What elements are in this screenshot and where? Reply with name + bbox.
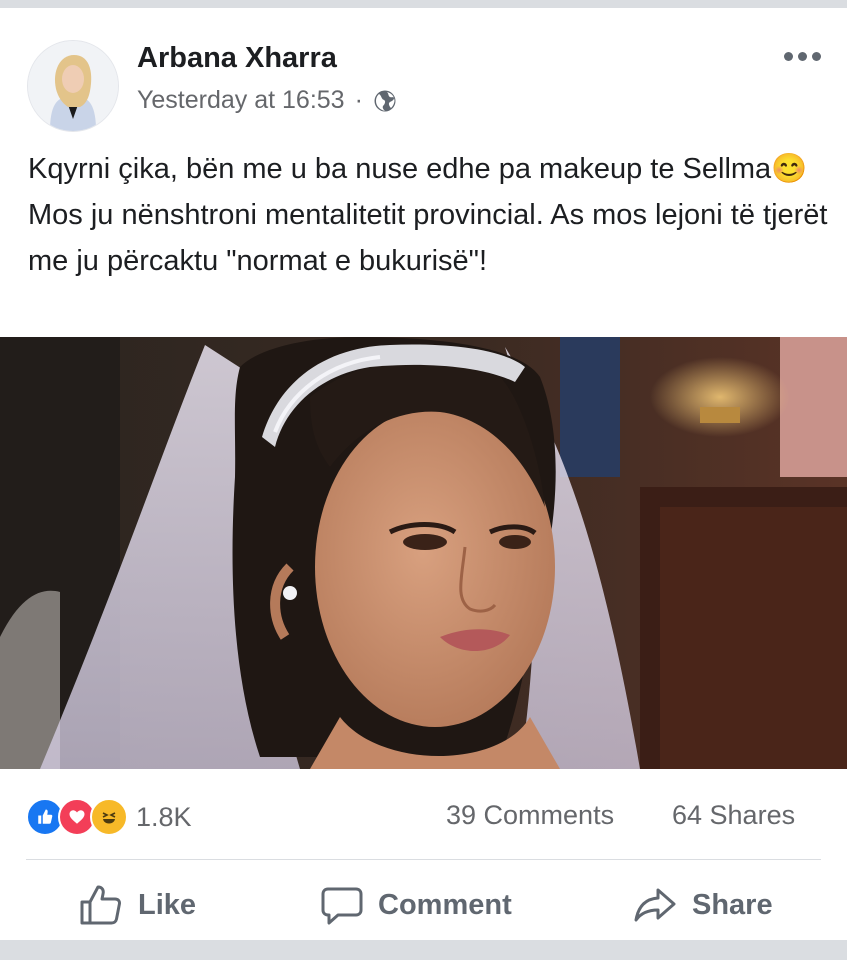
like-label: Like [138,888,197,921]
action-bar: Like Comment Share [0,864,847,946]
meta-separator: · [354,86,363,114]
post-photo[interactable] [0,337,847,769]
post-text: Kqyrni çika, bën me u ba nuse edhe pa ma… [28,146,828,284]
reaction-count: 1.8K [136,801,192,832]
post-meta: Yesterday at 16:53 · [137,86,397,115]
comments-count-link[interactable]: 39 Comments [446,800,614,831]
shares-count-link[interactable]: 64 Shares [672,800,795,831]
post-timestamp[interactable]: Yesterday at 16:53 [137,86,345,115]
haha-reaction-icon [90,798,128,836]
reactions-summary[interactable]: 1.8K [26,798,192,836]
like-button[interactable]: Like [78,864,196,946]
globe-icon [374,90,396,111]
more-dot [784,52,793,61]
post-text-part1: Kqyrni çika, bën me u ba nuse edhe pa ma… [28,153,772,185]
engagement-stats: 1.8K 39 Comments 64 Shares [0,780,847,850]
thumbs-up-icon [80,885,121,925]
more-options-button[interactable] [784,52,821,61]
smiling-emoji: 😊 [771,153,808,185]
post-card: Arbana Xharra Yesterday at 16:53 · Kqyrn… [0,8,847,940]
speech-bubble-icon [321,887,363,925]
divider [26,859,821,860]
bride-photo-image [0,337,847,769]
more-dot [798,52,807,61]
share-arrow-icon [634,888,676,922]
comment-button[interactable]: Comment [320,864,512,946]
author-name[interactable]: Arbana Xharra [137,42,337,75]
feed-separator [0,940,847,960]
more-dot [812,52,821,61]
share-button[interactable]: Share [632,864,773,946]
author-avatar[interactable] [27,40,119,132]
comment-label: Comment [378,888,512,921]
post-text-part2: Mos ju nënshtroni mentalitetit provincia… [28,199,828,277]
avatar-image [28,41,118,131]
share-label: Share [692,888,773,921]
